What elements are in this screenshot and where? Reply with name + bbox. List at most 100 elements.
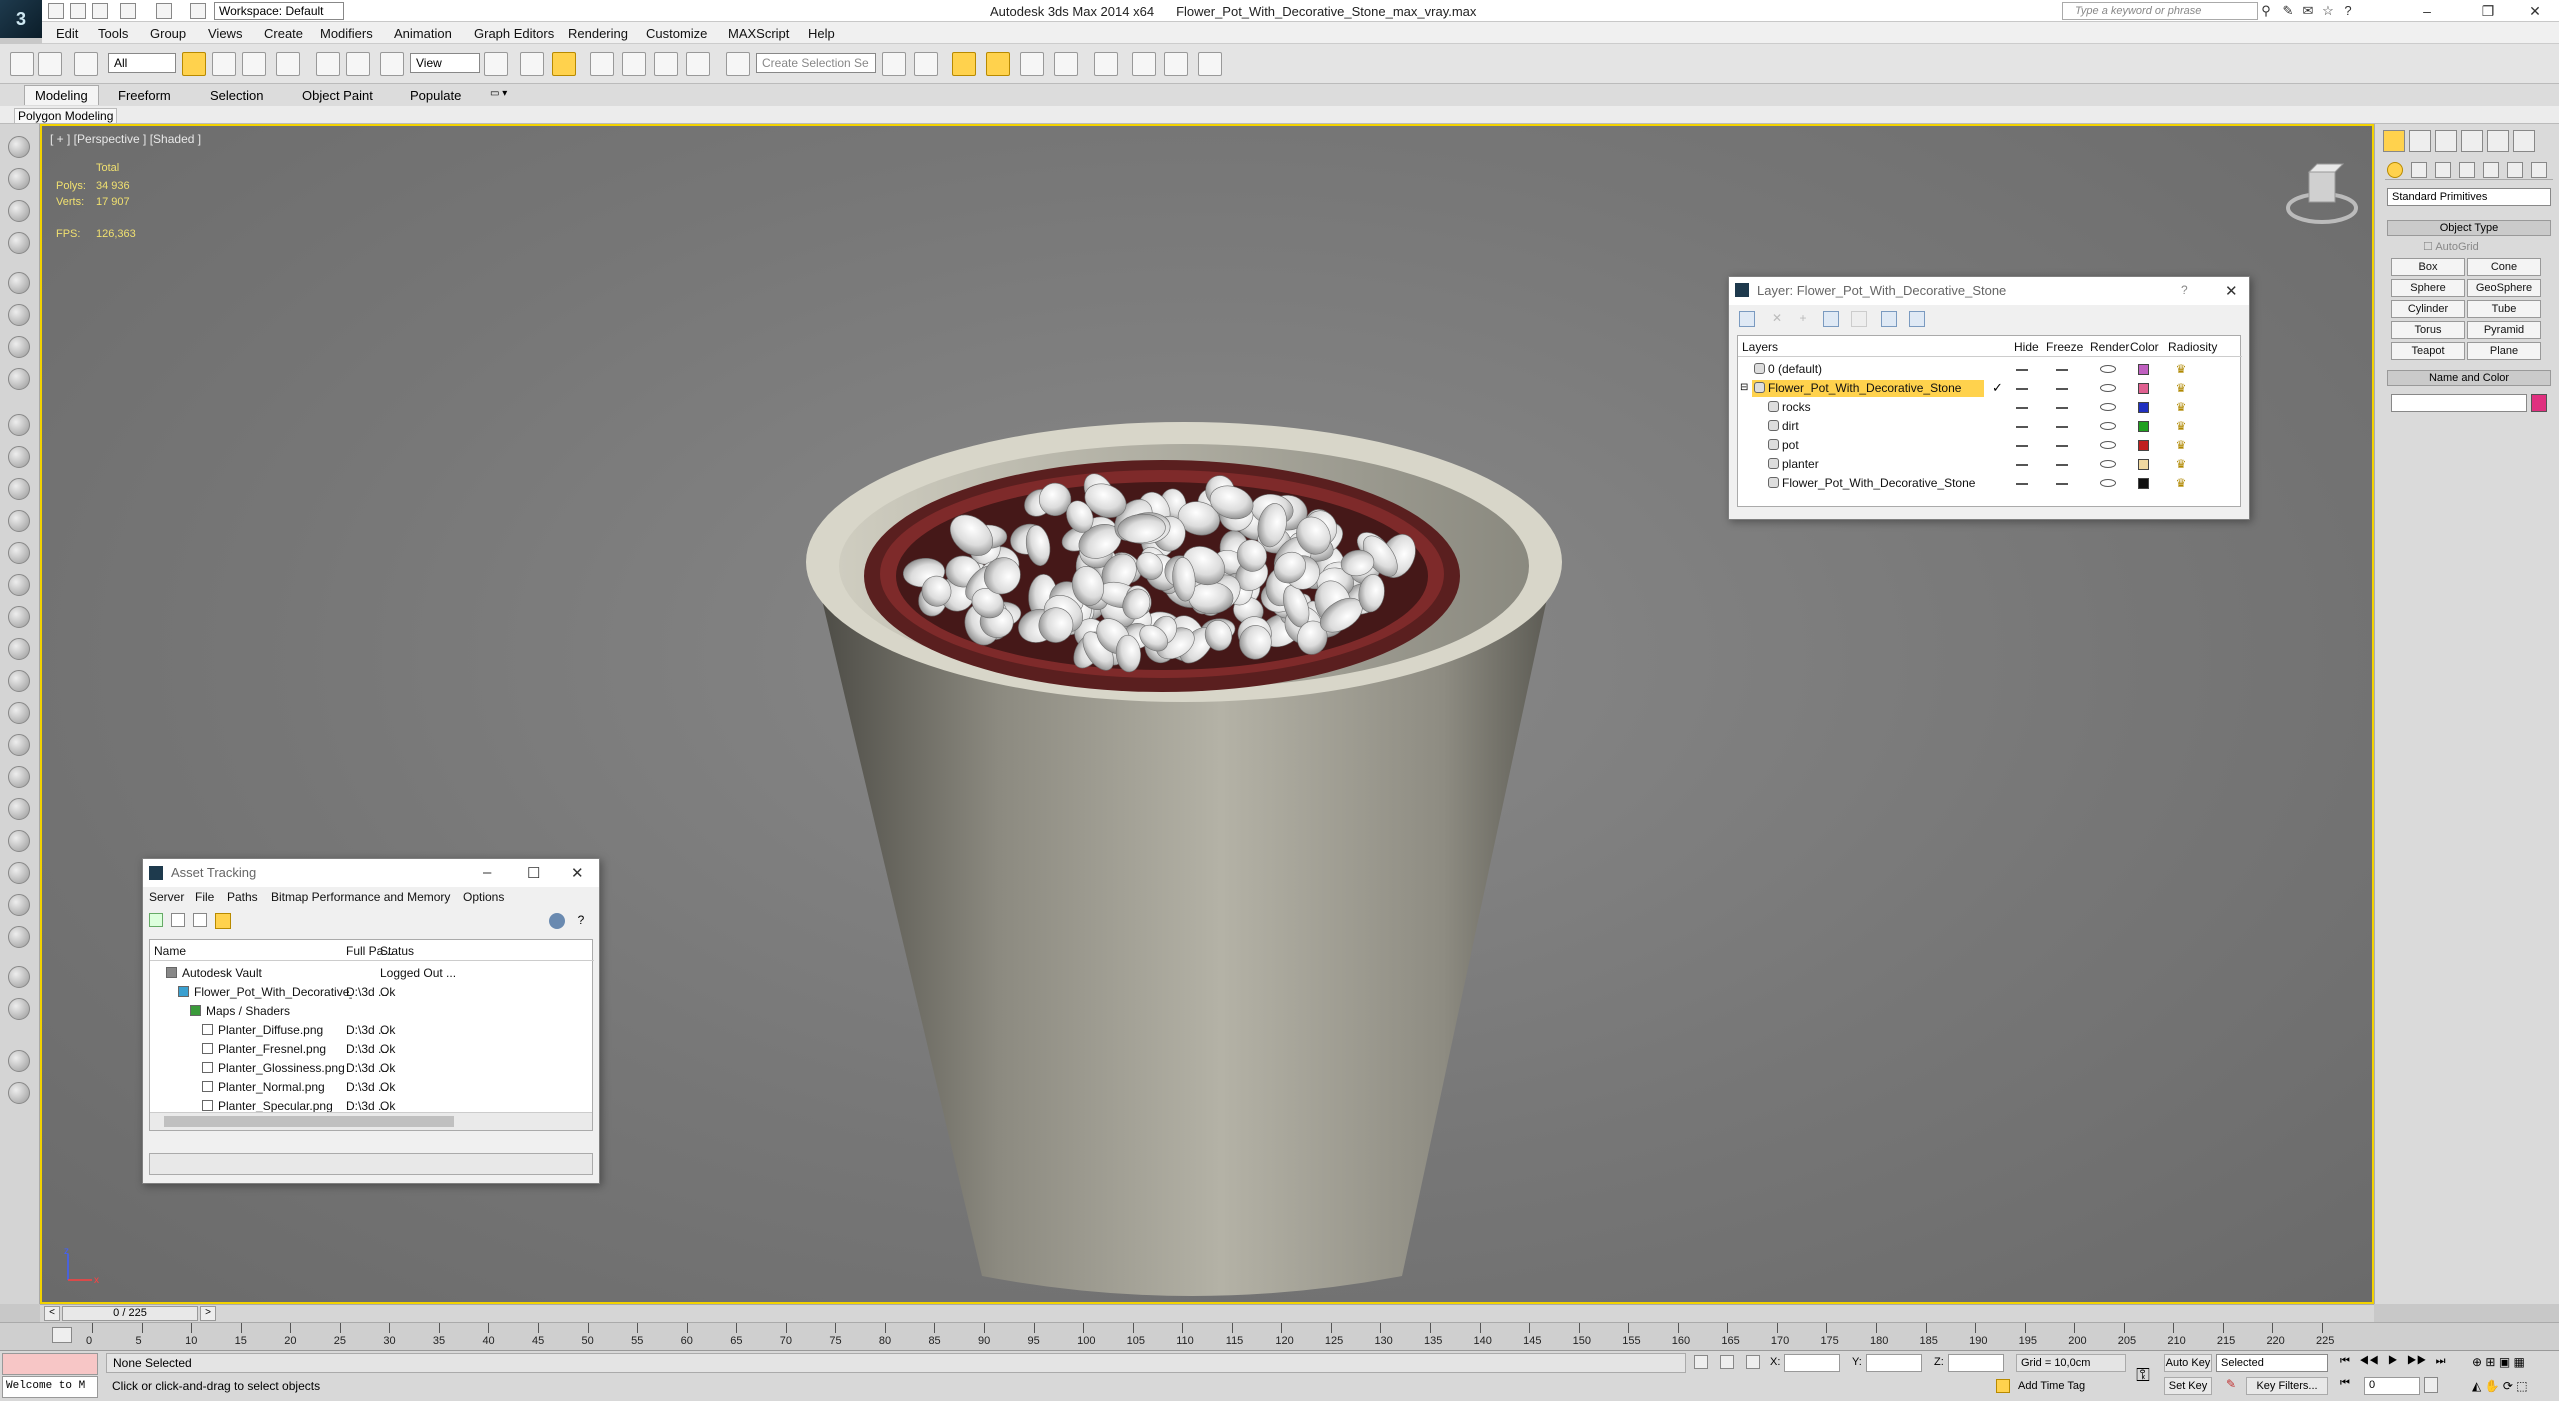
set-key-button[interactable]: Set Key [2164, 1377, 2212, 1395]
asset-row[interactable]: Autodesk Vault Logged Out ... [150, 964, 594, 983]
bind-space-warp-icon[interactable] [74, 52, 98, 76]
graphite-toggle-icon[interactable] [986, 52, 1010, 76]
tool-24-icon[interactable] [8, 894, 30, 916]
selection-filter-dropdown[interactable]: All [108, 53, 176, 73]
horizontal-scrollbar[interactable] [150, 1112, 592, 1130]
asset-menu-file[interactable]: File [195, 890, 214, 904]
highlight-layer-icon[interactable] [1851, 311, 1867, 327]
y-coordinate-field[interactable] [1866, 1354, 1922, 1372]
maxscript-listener-output[interactable] [2, 1353, 98, 1375]
save-file-icon[interactable] [92, 3, 108, 19]
tool-28-icon[interactable] [8, 1050, 30, 1072]
redo-icon[interactable] [156, 3, 172, 19]
curve-editor-mini-icon[interactable] [52, 1327, 72, 1343]
rendered-frame-window-icon[interactable] [1164, 52, 1188, 76]
time-next-icon[interactable]: > [200, 1306, 216, 1321]
current-frame-field[interactable]: 0 [2364, 1377, 2420, 1395]
asset-name[interactable]: Autodesk Vault [182, 966, 262, 980]
move-icon[interactable] [316, 52, 340, 76]
key-filters-button[interactable]: Key Filters... [2246, 1377, 2328, 1395]
refresh-icon[interactable] [149, 913, 163, 927]
freeze-toggle[interactable] [2056, 483, 2068, 485]
layer-row[interactable]: planter ♛ [1738, 455, 2242, 474]
render-teapot-icon[interactable] [2100, 460, 2116, 468]
tool-20-icon[interactable] [8, 766, 30, 788]
layer-color-swatch[interactable] [2138, 402, 2149, 413]
layer-row[interactable]: ⊟ ✓ Flower_Pot_With_Decorative_Stone ♛ [1738, 379, 2242, 398]
subscription-icon[interactable]: ✎ [2280, 3, 2296, 19]
tool-4-icon[interactable] [8, 232, 30, 254]
freeze-toggle[interactable] [2056, 388, 2068, 390]
asset-menu-server[interactable]: Server [149, 890, 184, 904]
freeze-toggle[interactable] [2056, 426, 2068, 428]
select-objects-icon[interactable] [1823, 311, 1839, 327]
minimize-icon[interactable]: – [2404, 0, 2450, 22]
select-by-name-icon[interactable] [212, 52, 236, 76]
key-mode-icon[interactable]: ⏮ [2340, 1377, 2350, 1390]
cameras-icon[interactable] [2459, 162, 2475, 178]
asset-close-icon[interactable]: ✕ [571, 864, 584, 882]
layer-help-icon[interactable]: ? [2181, 283, 2188, 297]
ribbon-options-icon[interactable]: ▭ ▾ [490, 88, 507, 99]
restore-icon[interactable]: ❐ [2465, 0, 2511, 22]
hide-toggle[interactable] [2016, 483, 2028, 485]
polygon-modeling-panel[interactable]: Polygon Modeling [14, 108, 118, 124]
percent-snap-icon[interactable] [654, 52, 678, 76]
tool-19-icon[interactable] [8, 734, 30, 756]
tool-15-icon[interactable] [8, 606, 30, 628]
keyboard-shortcut-override-icon[interactable] [552, 52, 576, 76]
tube-button[interactable]: Tube [2467, 300, 2541, 318]
layer-color-swatch[interactable] [2138, 364, 2149, 375]
hierarchy-tab-icon[interactable] [2435, 130, 2457, 152]
render-teapot-icon[interactable] [2100, 422, 2116, 430]
layer-name[interactable]: rocks [1782, 400, 1811, 414]
menu-tools[interactable]: Tools [98, 26, 128, 41]
tool-27-icon[interactable] [8, 998, 30, 1020]
set-key-mode-icon[interactable]: ⚿ [2128, 1365, 2158, 1387]
tab-selection[interactable]: Selection [210, 88, 263, 103]
zoom-all-icon[interactable]: ⊞ [2485, 1355, 2495, 1369]
rotate-icon[interactable] [346, 52, 370, 76]
key-selection-dropdown[interactable]: Selected [2216, 1354, 2328, 1372]
expand-icon[interactable]: ⊟ [1740, 382, 1748, 393]
maxscript-listener-input[interactable]: Welcome to M [2, 1376, 98, 1398]
time-tag-icon[interactable] [1996, 1379, 2010, 1393]
hide-toggle[interactable] [2016, 445, 2028, 447]
object-type-rollout[interactable]: Object Type [2387, 220, 2551, 236]
select-link-icon[interactable] [10, 52, 34, 76]
geosphere-button[interactable]: GeoSphere [2467, 279, 2541, 297]
utilities-tab-icon[interactable] [2513, 130, 2535, 152]
tool-5-icon[interactable] [8, 272, 30, 294]
hide-toggle[interactable] [2016, 407, 2028, 409]
goto-end-icon[interactable]: ⏭ [2436, 1355, 2446, 1367]
freeze-toggle[interactable] [2056, 369, 2068, 371]
layer-row[interactable]: rocks ♛ [1738, 398, 2242, 417]
tool-7-icon[interactable] [8, 336, 30, 358]
tree-view-icon[interactable] [215, 913, 231, 929]
edit-named-selection-icon[interactable] [726, 52, 750, 76]
menu-group[interactable]: Group [150, 26, 186, 41]
render-teapot-icon[interactable] [2100, 365, 2116, 373]
asset-minimize-icon[interactable]: – [483, 864, 491, 881]
schematic-view-icon[interactable] [1054, 52, 1078, 76]
add-to-layer-icon[interactable]: + [1795, 311, 1811, 327]
delete-layer-icon[interactable]: ✕ [1769, 311, 1785, 327]
tool-6-icon[interactable] [8, 304, 30, 326]
hide-toggle[interactable] [2016, 369, 2028, 371]
asset-menu-bitmap[interactable]: Bitmap Performance and Memory [271, 890, 450, 904]
select-object-icon[interactable] [182, 52, 206, 76]
space-warps-icon[interactable] [2507, 162, 2523, 178]
curve-editor-icon[interactable] [1020, 52, 1044, 76]
table-view-icon[interactable] [193, 913, 207, 927]
material-editor-icon[interactable] [1094, 52, 1118, 76]
layer-name[interactable]: 0 (default) [1768, 362, 1822, 376]
asset-row[interactable]: Planter_Glossiness.png D:\3d ... Ok [150, 1059, 594, 1078]
open-file-icon[interactable] [70, 3, 86, 19]
render-teapot-icon[interactable] [2100, 403, 2116, 411]
workspace-dropdown[interactable]: Workspace: Default [214, 2, 344, 20]
hide-all-icon[interactable] [1881, 311, 1897, 327]
window-crossing-icon[interactable] [276, 52, 300, 76]
layer-row[interactable]: Flower_Pot_With_Decorative_Stone ♛ [1738, 474, 2242, 493]
field-of-view-icon[interactable]: ◭ [2472, 1379, 2481, 1393]
asset-row[interactable]: Planter_Diffuse.png D:\3d ... Ok [150, 1021, 594, 1040]
